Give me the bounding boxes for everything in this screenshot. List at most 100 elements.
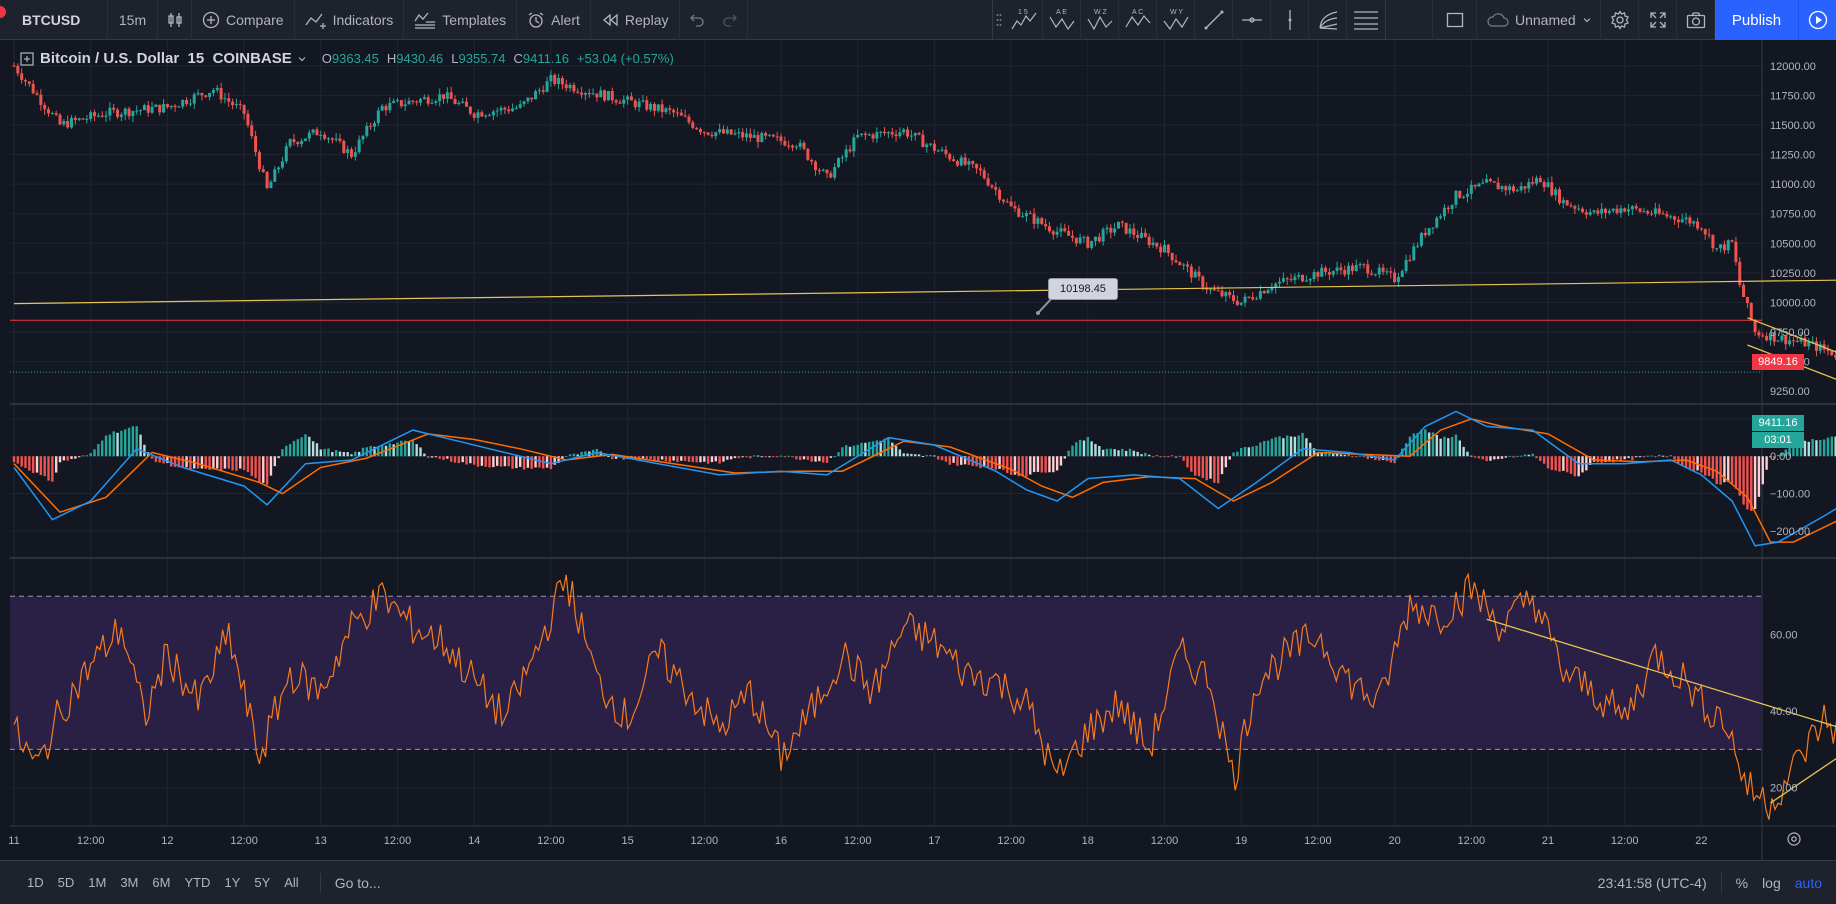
time-tick: 15 <box>621 835 633 847</box>
trend-line-tool[interactable] <box>1195 0 1233 40</box>
rewind-icon <box>602 13 618 26</box>
macd-hist-bar <box>1209 456 1212 479</box>
log-scale-toggle[interactable]: log <box>1762 875 1781 891</box>
elliott-impulse-tool[interactable]: 1 5 <box>1005 0 1043 40</box>
expand-icon[interactable] <box>20 51 34 66</box>
candle-body <box>1324 267 1328 273</box>
symbol-search-button[interactable]: BTCUSD <box>0 0 108 40</box>
candle-body <box>165 104 169 108</box>
range-1d[interactable]: 1D <box>20 875 51 890</box>
horizontal-line-tool[interactable] <box>1233 0 1271 40</box>
replay-button[interactable]: Replay <box>591 0 680 40</box>
candle-body <box>909 135 913 137</box>
macd-hist-bar <box>1654 456 1657 458</box>
macd-hist-bar <box>269 456 273 476</box>
settings-button[interactable] <box>1600 0 1638 40</box>
range-1y[interactable]: 1Y <box>217 875 247 890</box>
publish-button[interactable]: Publish <box>1714 0 1798 40</box>
undo-button[interactable] <box>680 0 714 40</box>
macd-hist-bar <box>760 456 764 458</box>
indicators-button[interactable]: Indicators <box>295 0 405 40</box>
candle-body <box>614 100 618 103</box>
elliott-correction-tool[interactable]: A E <box>1043 0 1081 40</box>
candle-body <box>856 134 860 138</box>
elliott-triangle-tool[interactable]: W Z <box>1081 0 1119 40</box>
elliott-triple-combo-tool[interactable]: W Y <box>1157 0 1195 40</box>
range-all[interactable]: All <box>277 875 305 890</box>
range-ytd[interactable]: YTD <box>177 875 217 890</box>
macd-hist-bar <box>1508 455 1511 457</box>
percent-scale-toggle[interactable]: % <box>1736 875 1748 891</box>
range-3m[interactable]: 3M <box>113 875 145 890</box>
macd-hist-bar <box>519 456 522 467</box>
macd-hist-bar <box>726 456 729 460</box>
macd-hist-bar <box>1362 456 1366 458</box>
macd-hist-bar <box>576 454 579 457</box>
chart-type-button[interactable] <box>158 0 192 40</box>
candle-body <box>1017 208 1021 217</box>
drag-handle-icon[interactable] <box>993 0 1005 40</box>
range-5y[interactable]: 5Y <box>247 875 277 890</box>
candle-body <box>1684 217 1688 220</box>
redo-button[interactable] <box>714 0 748 40</box>
candle-body <box>39 94 43 106</box>
macd-hist-bar <box>1500 456 1504 459</box>
candle-body <box>81 118 85 120</box>
time-tick: 12:00 <box>997 835 1025 847</box>
fib-retracement-tool[interactable] <box>1347 0 1385 40</box>
candle-body <box>1186 264 1190 267</box>
candle-body <box>603 90 607 101</box>
macd-hist-bar <box>810 456 813 462</box>
candle-body <box>1511 186 1515 192</box>
candle-body <box>963 157 967 165</box>
macd-hist-bar <box>407 441 411 457</box>
elliott-double-combo-tool[interactable]: A C <box>1119 0 1157 40</box>
range-5d[interactable]: 5D <box>51 875 82 890</box>
templates-button[interactable]: Templates <box>404 0 518 40</box>
candle-body <box>1101 229 1105 242</box>
play-button[interactable] <box>1798 0 1836 40</box>
interval-button[interactable]: 15m <box>108 0 158 40</box>
chevron-down-icon[interactable] <box>298 55 306 63</box>
candle-body <box>706 132 710 135</box>
candle-body <box>1389 271 1393 273</box>
macd-hist-bar <box>74 456 77 459</box>
candle-body <box>1377 267 1381 275</box>
time-tick: 18 <box>1082 835 1094 847</box>
snapshot-button[interactable] <box>1676 0 1714 40</box>
candle-body <box>936 150 940 152</box>
alert-button[interactable]: Alert <box>517 0 591 40</box>
chart-legend: Bitcoin / U.S. Dollar 15 COINBASE O9363.… <box>20 50 674 67</box>
macd-hist-bar <box>39 456 43 476</box>
range-1m[interactable]: 1M <box>81 875 113 890</box>
legend-symbol-title[interactable]: Bitcoin / U.S. Dollar 15 COINBASE <box>40 50 292 67</box>
range-6m[interactable]: 6M <box>145 875 177 890</box>
compare-button[interactable]: Compare <box>192 0 295 40</box>
gear-icon[interactable] <box>1787 832 1801 846</box>
price-tick: 11750.00 <box>1770 90 1815 102</box>
auto-scale-toggle[interactable]: auto <box>1795 875 1822 891</box>
macd-hist-bar <box>469 456 472 464</box>
chart-area[interactable]: 12000.00 11750.00 11500.00 11250.00 11000.00… <box>0 40 1836 860</box>
layout-name-button[interactable]: Unnamed <box>1476 0 1600 40</box>
macd-hist-bar <box>411 440 415 457</box>
candle-body <box>1419 232 1423 246</box>
macd-hist-bar <box>779 455 783 457</box>
macd-hist-bar <box>668 456 671 462</box>
select-layout-button[interactable] <box>1432 0 1476 40</box>
macd-hist-bar <box>649 456 652 460</box>
vertical-line-tool[interactable] <box>1271 0 1309 40</box>
candle-body <box>1400 271 1404 277</box>
fib-fan-tool[interactable] <box>1309 0 1347 40</box>
macd-hist-bar <box>196 456 200 469</box>
macd-hist-bar <box>1343 454 1346 457</box>
macd-hist-bar <box>664 456 668 462</box>
templates-label: Templates <box>442 11 507 28</box>
vertical-line-icon <box>1288 9 1291 30</box>
rsi-band <box>10 596 1762 750</box>
macd-hist-bar <box>565 456 568 458</box>
candle-body <box>185 99 189 104</box>
fullscreen-button[interactable] <box>1638 0 1676 40</box>
macd-hist-bar <box>1443 436 1446 457</box>
goto-button[interactable]: Go to... <box>319 872 381 893</box>
